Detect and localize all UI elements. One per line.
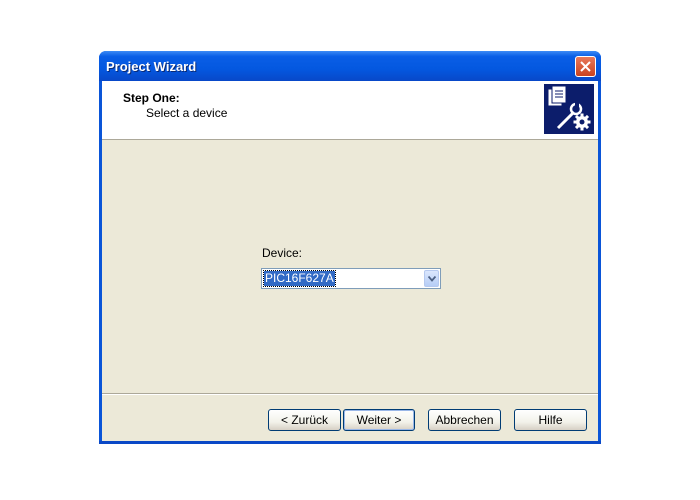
wizard-header: Step One: Select a device [102, 81, 598, 140]
close-button[interactable] [575, 56, 596, 77]
close-icon [580, 61, 591, 72]
window-bottom-border [99, 441, 601, 444]
cancel-button[interactable]: Abbrechen [428, 409, 501, 431]
chevron-down-icon [428, 276, 436, 282]
footer-separator [102, 393, 598, 395]
device-select[interactable]: PIC16F627A [261, 268, 441, 289]
step-subtitle: Select a device [146, 106, 228, 120]
next-button[interactable]: Weiter > [343, 409, 415, 431]
dialog-client-area: Step One: Select a device Device: PIC16F… [102, 81, 598, 441]
window-title: Project Wizard [106, 59, 197, 74]
device-select-value[interactable]: PIC16F627A [263, 270, 336, 287]
help-button[interactable]: Hilfe [514, 409, 587, 431]
step-title: Step One: [123, 91, 180, 105]
project-wizard-window: Project Wizard Step One: Select a device [99, 51, 601, 444]
dropdown-button[interactable] [424, 270, 439, 287]
wizard-gear-wrench-icon [544, 84, 594, 134]
back-button[interactable]: < Zurück [268, 409, 341, 431]
device-label: Device: [262, 246, 303, 260]
title-bar[interactable]: Project Wizard [99, 51, 601, 81]
